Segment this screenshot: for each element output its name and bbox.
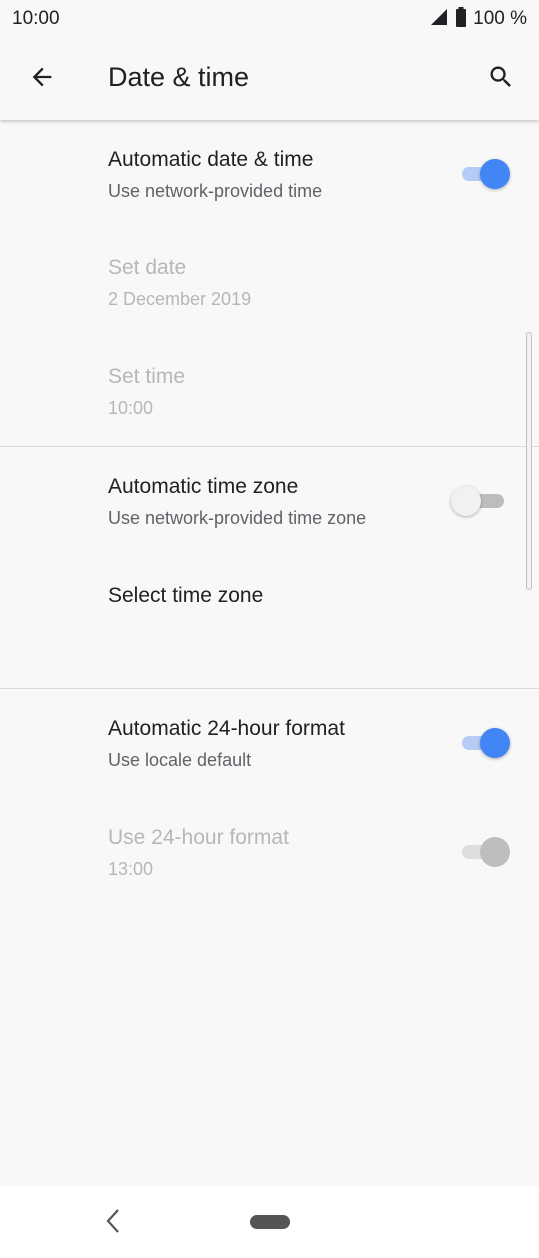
row-title: Automatic date & time [108,148,314,171]
status-icons: 100 % [429,6,527,32]
home-pill-icon[interactable] [250,1215,290,1229]
automatic-date-time-switch[interactable] [462,158,512,190]
search-button[interactable] [481,59,521,99]
search-icon [487,63,515,96]
back-arrow-icon [28,63,56,96]
row-title: Use 24-hour format [108,826,289,849]
automatic-24-hour-format-switch[interactable] [462,727,512,759]
row-summary: Use network-provided time [108,181,323,201]
automatic-time-zone-row[interactable]: Automatic time zone Use network-provided… [0,447,539,555]
back-button[interactable] [22,59,62,99]
scrollbar[interactable] [526,332,532,590]
row-summary: Use network-provided time zone [108,508,367,528]
set-date-row: Set date 2 December 2019 [0,228,539,336]
battery-percentage: 100 % [473,8,527,29]
automatic-24-hour-format-row[interactable]: Automatic 24-hour format Use locale defa… [0,689,539,797]
row-title: Set time [108,365,186,388]
switch-thumb [451,486,481,516]
row-summary: 13:00 [108,859,154,879]
select-time-zone-row[interactable]: Select time zone [0,556,539,688]
app-bar: Date & time [0,38,539,120]
set-time-row: Set time 10:00 [0,337,539,445]
row-title: Select time zone [108,584,264,607]
row-title: Automatic time zone [108,475,299,498]
battery-icon [455,6,467,32]
use-24-hour-format-row: Use 24-hour format 13:00 [0,798,539,906]
use-24-hour-format-switch [462,836,512,868]
automatic-date-time-row[interactable]: Automatic date & time Use network-provid… [0,120,539,228]
nav-back-icon [105,1208,121,1239]
row-summary: Use locale default [108,750,252,770]
row-summary: 10:00 [108,398,154,418]
row-title: Set date [108,256,187,279]
navigation-bar [0,1186,539,1258]
automatic-time-zone-switch[interactable] [451,485,512,517]
nav-back-button[interactable] [102,1208,124,1238]
switch-thumb [480,837,510,867]
switch-thumb [480,159,510,189]
row-title: Automatic 24-hour format [108,717,345,740]
status-bar: 10:00 100 % [0,0,539,38]
status-time: 10:00 [12,8,60,29]
page-title: Date & time [108,62,250,92]
signal-icon [429,8,449,31]
row-summary: 2 December 2019 [108,289,252,309]
switch-thumb [480,728,510,758]
